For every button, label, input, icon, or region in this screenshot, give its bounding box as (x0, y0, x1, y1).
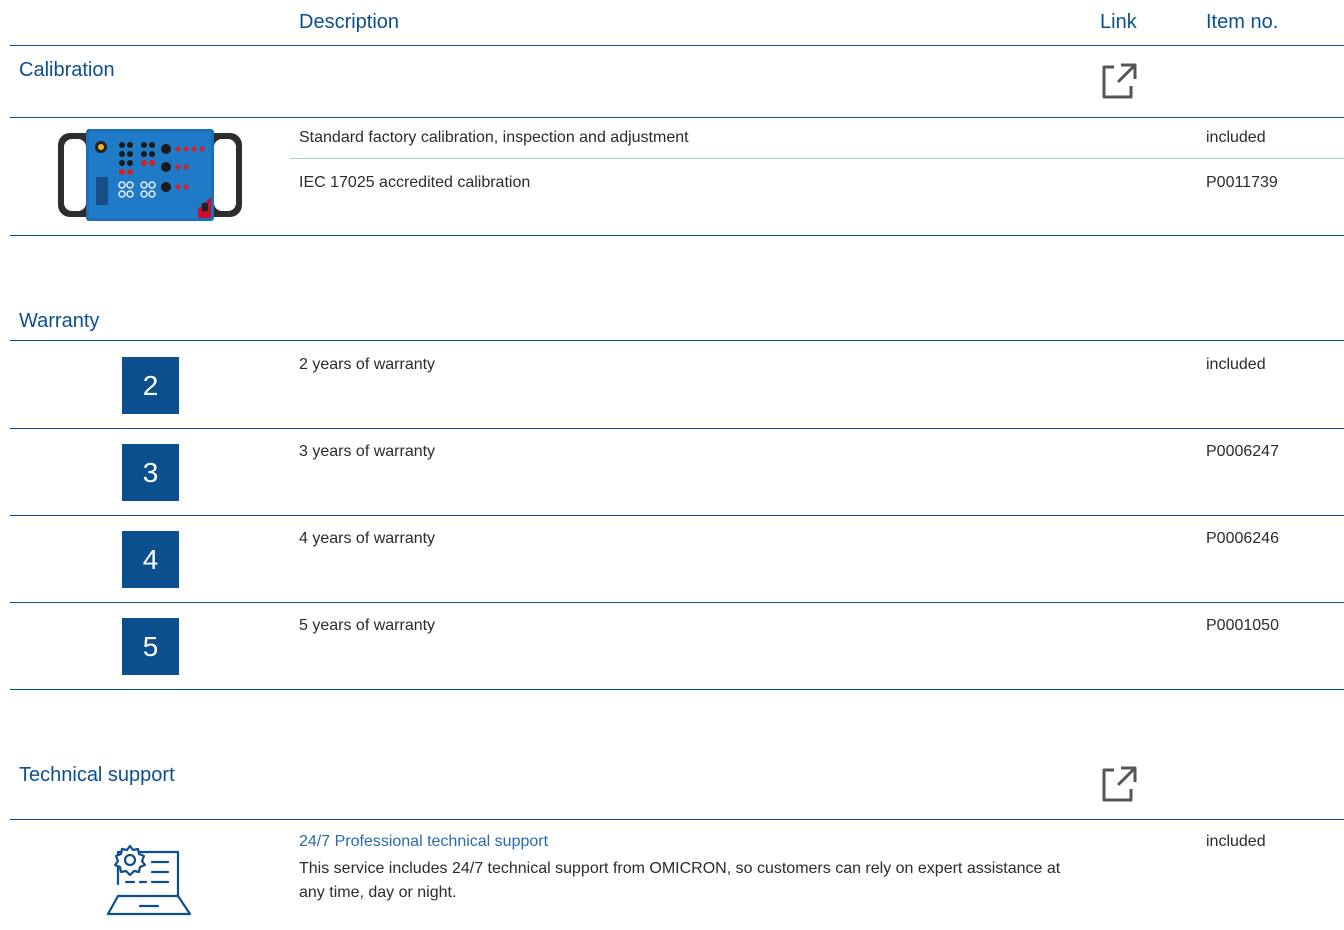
support-description: This service includes 24/7 technical sup… (299, 860, 1061, 901)
warranty-badge-4: 4 (122, 531, 179, 588)
warranty-row-3-description: 4 years of warranty (299, 530, 436, 547)
warranty-divider-bottom (10, 689, 1344, 690)
section-title-warranty: Warranty (19, 310, 100, 332)
support-link-title[interactable]: 24/7 Professional technical support (299, 831, 548, 853)
support-row-item: included (1206, 833, 1266, 850)
warranty-row-3-item: P0006246 (1206, 530, 1279, 547)
calibration-divider-top (10, 117, 1344, 118)
test-device-image (56, 127, 244, 223)
section-title-calibration: Calibration (19, 59, 115, 81)
warranty-row-1-item: included (1206, 356, 1266, 373)
calibration-row-2-description: IEC 17025 accredited calibration (299, 174, 531, 191)
calibration-divider-bottom (10, 235, 1344, 236)
column-header-link: Link (1100, 11, 1137, 33)
calibration-row-2-item: P0011739 (1206, 174, 1278, 191)
warranty-badge-5: 5 (122, 618, 179, 675)
laptop-gear-support-icon (106, 838, 192, 920)
warranty-divider-3 (10, 602, 1344, 603)
warranty-row-4-item: P0001050 (1206, 617, 1279, 634)
warranty-divider-top (10, 340, 1344, 341)
external-link-icon[interactable] (1099, 765, 1137, 803)
calibration-row-divider (290, 158, 1344, 159)
calibration-row-1-item: included (1206, 129, 1266, 146)
warranty-badge-3: 3 (122, 444, 179, 501)
warranty-divider-1 (10, 428, 1344, 429)
calibration-row-1-description: Standard factory calibration, inspection… (299, 129, 689, 146)
warranty-badge-2: 2 (122, 357, 179, 414)
warranty-row-4-description: 5 years of warranty (299, 617, 436, 634)
external-link-icon[interactable] (1099, 62, 1137, 100)
warranty-row-1-description: 2 years of warranty (299, 356, 436, 373)
warranty-divider-2 (10, 515, 1344, 516)
support-divider-top (10, 819, 1344, 820)
warranty-row-2-item: P0006247 (1206, 443, 1279, 460)
section-title-technical-support: Technical support (19, 764, 175, 786)
column-header-description: Description (299, 11, 400, 33)
warranty-row-2-description: 3 years of warranty (299, 443, 436, 460)
header-divider (10, 45, 1344, 46)
column-header-item-no: Item no. (1206, 11, 1279, 33)
